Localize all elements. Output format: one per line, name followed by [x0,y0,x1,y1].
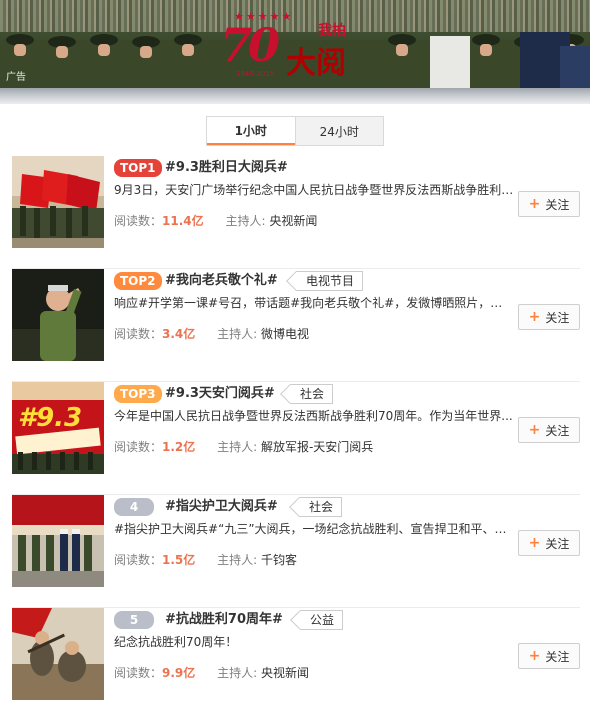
war-painting-image [12,608,104,700]
veteran-salute-image [12,269,104,361]
topic-title[interactable]: #抗战胜利70周年# [165,611,283,629]
topic-thumbnail[interactable] [12,269,104,361]
ad-banner[interactable]: 广告 ★★★★★ 70 1945-2015 我拍 大阅兵 [0,0,590,88]
category-label: 社会 [309,500,334,514]
list-item: 4 #指尖护卫大阅兵# 社会 #指尖护卫大阅兵#“九三”大阅兵，一场纪念抗战胜利… [0,495,590,608]
host-label: 主持人: [217,666,261,680]
category-tag[interactable]: 电视节目 [296,271,364,291]
parade-logo: ★★★★★ 70 1945-2015 我拍 大阅兵 [214,10,374,81]
host-label: 主持人: [217,440,261,454]
plus-icon: + [528,422,541,438]
rank-badge: TOP1 [114,159,162,177]
topic-title[interactable]: #指尖护卫大阅兵# [165,498,278,516]
rank-badge: 4 [114,498,154,516]
plus-icon: + [528,535,541,551]
reads-label: 阅读数： [114,327,163,341]
time-range-tabs: 1小时 24小时 [206,116,384,146]
reads-label: 阅读数： [114,666,163,680]
logo-main-text: 大阅兵 [286,46,346,81]
follow-button[interactable]: + 关注 [518,530,580,556]
logo-top-text: 我拍 [318,23,346,39]
category-tag[interactable]: 公益 [300,610,344,630]
category-label: 社会 [300,387,325,401]
host-name[interactable]: 解放军报-天安门阅兵 [261,440,373,454]
flags-parade-image [12,156,104,248]
reads-count: 11.4亿 [162,214,204,228]
topic-stats: 阅读数：9.9亿 主持人: 央视新闻 [114,665,309,681]
ad-label: 广告 [6,72,26,83]
host-label: 主持人: [225,214,270,228]
topic-thumbnail[interactable] [12,156,104,248]
follow-label: 关注 [545,197,570,212]
category-tag[interactable]: 社会 [290,384,334,404]
follow-button[interactable]: + 关注 [518,417,580,443]
follow-button[interactable]: + 关注 [518,643,580,669]
follow-label: 关注 [545,649,570,664]
reads-label: 阅读数： [114,214,163,228]
guard-formation-image [12,495,104,587]
topic-stats: 阅读数：1.2亿 主持人: 解放军报-天安门阅兵 [114,439,373,455]
topic-description: 今年是中国人民抗日战争暨世界反法西斯战争胜利70周年。作为当年世界... [114,409,513,423]
reads-count: 1.2亿 [162,440,196,454]
category-label: 电视节目 [306,274,355,288]
reads-count: 9.9亿 [162,666,196,680]
follow-button[interactable]: + 关注 [518,191,580,217]
list-item: #9.3 TOP3 #9.3天安门阅兵# 社会 今年是中国人民抗日战争暨世界反法… [0,382,590,495]
topic-thumbnail[interactable]: #9.3 [12,382,104,474]
topic-description: 9月3日，天安门广场举行纪念中国人民抗日战争暨世界反法西斯战争胜利7... [114,183,514,197]
list-item: 5 #抗战胜利70周年# 公益 纪念抗战胜利70周年！ 阅读数：9.9亿 主持人… [0,608,590,708]
tab-1-hour[interactable]: 1小时 [207,117,295,145]
tab-24-hours[interactable]: 24小时 [294,117,384,145]
reads-count: 3.4亿 [162,327,196,341]
topic-description: #指尖护卫大阅兵#“九三”大阅兵，一场纪念抗战胜利、宣告捍卫和平、鼓... [114,522,514,536]
list-item: TOP2 #我向老兵敬个礼# 电视节目 响应#开学第一课#号召，带话题#我向老兵… [0,269,590,382]
logo-number: 70 [220,18,280,72]
topic-stats: 阅读数：1.5亿 主持人: 千钧客 [114,552,297,568]
reads-label: 阅读数： [114,440,163,454]
plus-icon: + [528,196,541,212]
svg-text:#9.3: #9.3 [18,403,82,433]
topic-description: 响应#开学第一课#号召，带话题#我向老兵敬个礼#，发微博晒照片，关爱... [114,296,514,310]
tiananmen-parade-image: #9.3 [12,382,104,474]
topic-title[interactable]: #我向老兵敬个礼# [165,272,278,290]
host-label: 主持人: [217,553,261,567]
plus-icon: + [528,309,541,325]
host-name[interactable]: 千钧客 [261,553,297,567]
host-name[interactable]: 央视新闻 [269,214,317,228]
topic-title[interactable]: #9.3胜利日大阅兵# [165,159,288,177]
category-label: 公益 [310,613,335,627]
follow-label: 关注 [545,536,570,551]
follow-button[interactable]: + 关注 [518,304,580,330]
header-divider [0,88,590,104]
topic-title[interactable]: #9.3天安门阅兵# [165,385,275,403]
reads-label: 阅读数： [114,553,163,567]
reads-count: 1.5亿 [162,553,196,567]
topic-thumbnail[interactable] [12,608,104,700]
category-tag[interactable]: 社会 [299,497,343,517]
host-name[interactable]: 微博电视 [261,327,309,341]
host-label: 主持人: [217,327,261,341]
topic-stats: 阅读数：3.4亿 主持人: 微博电视 [114,326,309,342]
topic-stats: 阅读数：11.4亿 主持人: 央视新闻 [114,213,317,229]
topic-thumbnail[interactable] [12,495,104,587]
follow-label: 关注 [545,310,570,325]
rank-badge: TOP3 [114,385,162,403]
rank-badge: TOP2 [114,272,162,290]
logo-years: 1945-2015 [236,70,275,78]
follow-label: 关注 [545,423,570,438]
rank-badge: 5 [114,611,154,629]
host-name[interactable]: 央视新闻 [261,666,309,680]
topic-description: 纪念抗战胜利70周年！ [114,635,238,649]
list-item: TOP1 #9.3胜利日大阅兵# 9月3日，天安门广场举行纪念中国人民抗日战争暨… [0,156,590,269]
plus-icon: + [528,648,541,664]
